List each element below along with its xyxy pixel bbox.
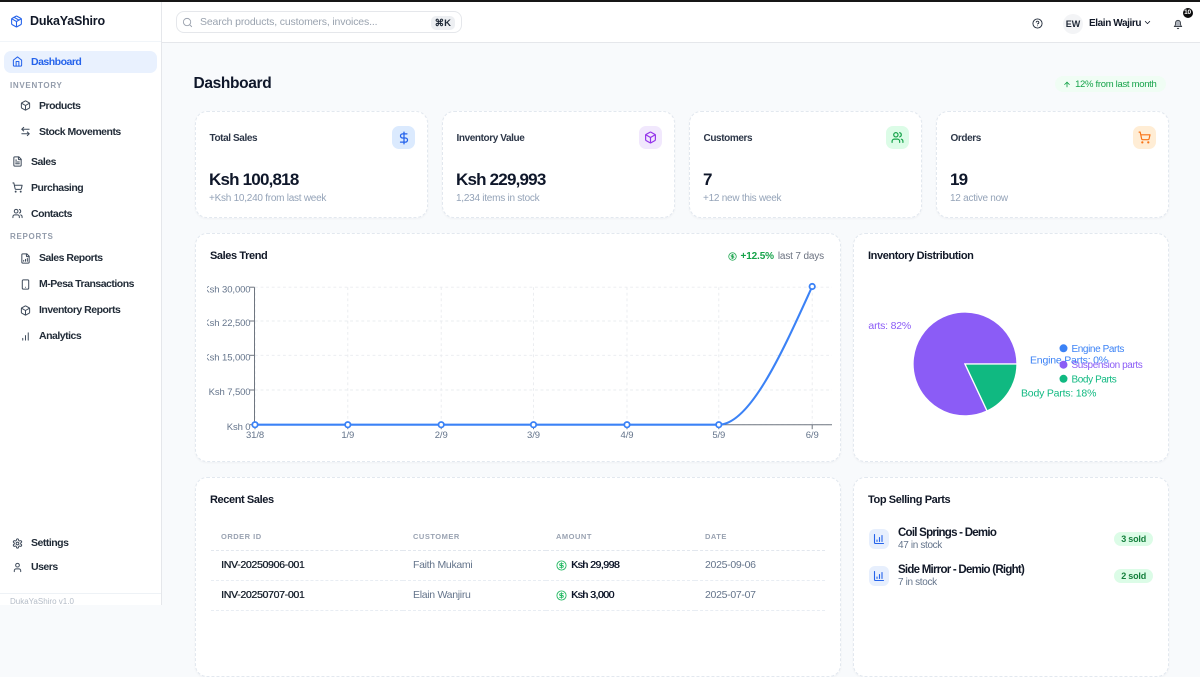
svg-text:Engine Parts: Engine Parts (1072, 344, 1125, 355)
svg-text:Suspension parts: 82%: Suspension parts: 82% (868, 320, 911, 332)
svg-text:Ksh 7,500: Ksh 7,500 (209, 387, 251, 398)
svg-text:4/9: 4/9 (621, 430, 634, 441)
svg-text:6/9: 6/9 (806, 430, 819, 441)
svg-text:Body Parts: Body Parts (1072, 374, 1117, 385)
svg-text:Ksh 15,000: Ksh 15,000 (203, 352, 250, 363)
svg-text:Ksh 30,000: Ksh 30,000 (203, 284, 250, 295)
svg-text:5/9: 5/9 (712, 430, 725, 441)
svg-text:31/8: 31/8 (246, 430, 264, 441)
svg-text:Ksh 22,500: Ksh 22,500 (203, 318, 250, 329)
svg-text:Suspension parts: Suspension parts (1072, 360, 1143, 371)
svg-text:3/9: 3/9 (527, 430, 540, 441)
svg-text:2/9: 2/9 (435, 430, 448, 441)
svg-text:Body Parts: 18%: Body Parts: 18% (1021, 388, 1096, 400)
svg-text:1/9: 1/9 (341, 430, 354, 441)
